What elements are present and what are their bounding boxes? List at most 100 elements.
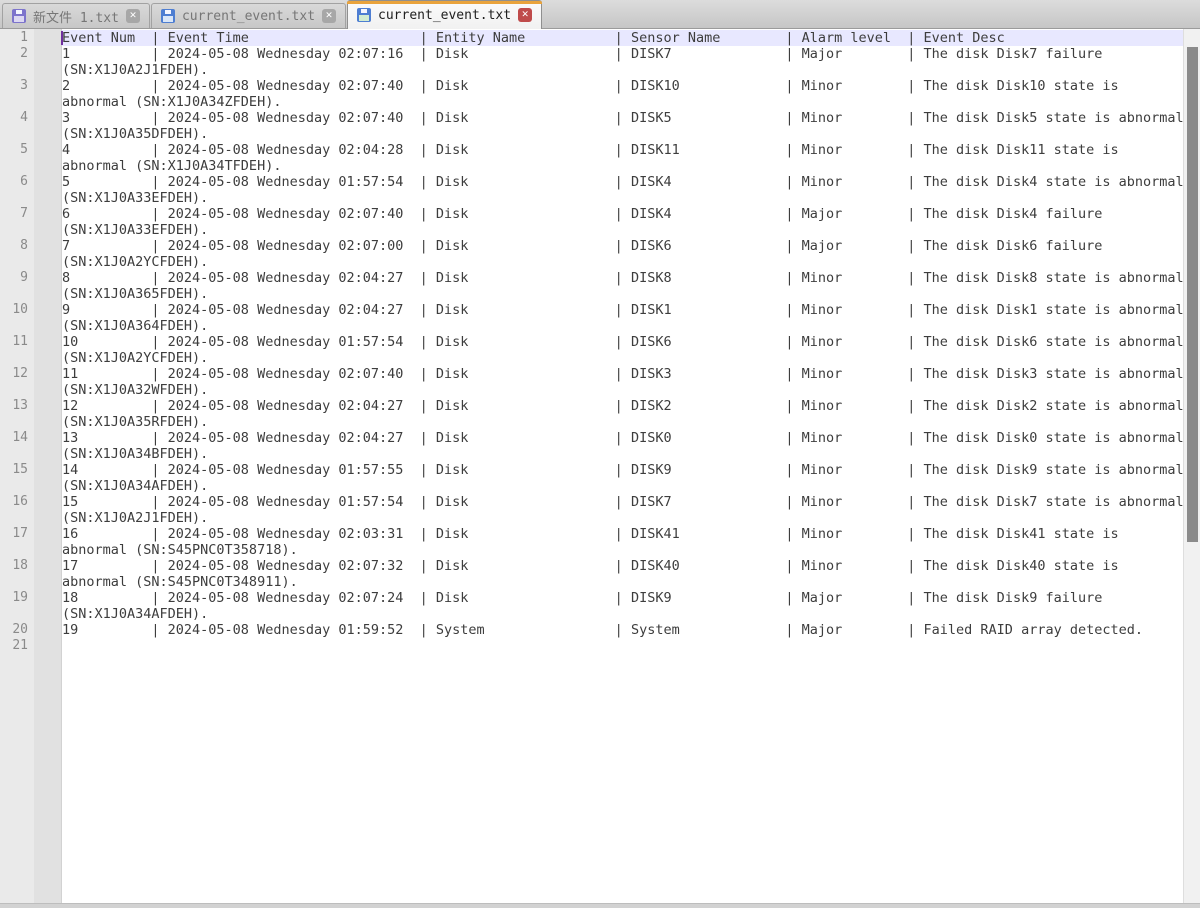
editor-line[interactable]: 1110 | 2024-05-08 Wednesday 01:57:54 | D… [0, 334, 1183, 350]
line-text [62, 638, 1183, 654]
editor-line[interactable]: 32 | 2024-05-08 Wednesday 02:07:40 | Dis… [0, 78, 1183, 94]
bookmark-margin-cell [34, 62, 62, 78]
editor-line[interactable]: (SN:X1J0A35RFDEH). [0, 414, 1183, 430]
line-text: (SN:X1J0A35DFDEH). [62, 126, 1183, 142]
line-text: (SN:X1J0A33EFDEH). [62, 190, 1183, 206]
line-text: (SN:X1J0A32WFDEH). [62, 382, 1183, 398]
line-text: (SN:X1J0A2J1FDEH). [62, 510, 1183, 526]
line-text: 5 | 2024-05-08 Wednesday 01:57:54 | Disk… [62, 174, 1184, 190]
line-text: 17 | 2024-05-08 Wednesday 02:07:32 | Dis… [62, 558, 1183, 574]
line-number [0, 382, 34, 398]
line-text: abnormal (SN:S45PNC0T358718). [62, 542, 1183, 558]
line-text: (SN:X1J0A35RFDEH). [62, 414, 1183, 430]
editor-line[interactable]: (SN:X1J0A34AFDEH). [0, 478, 1183, 494]
line-number: 7 [0, 206, 34, 222]
editor-line[interactable]: (SN:X1J0A2J1FDEH). [0, 510, 1183, 526]
line-text: 12 | 2024-05-08 Wednesday 02:04:27 | Dis… [62, 398, 1184, 414]
bookmark-margin-cell [34, 142, 62, 158]
editor-line[interactable]: 1716 | 2024-05-08 Wednesday 02:03:31 | D… [0, 526, 1183, 542]
vertical-scrollbar[interactable] [1183, 29, 1200, 903]
editor-line[interactable]: (SN:X1J0A365FDEH). [0, 286, 1183, 302]
bookmark-margin-cell [34, 622, 62, 638]
editor-line[interactable]: (SN:X1J0A364FDEH). [0, 318, 1183, 334]
bookmark-margin-cell [34, 606, 62, 622]
line-text: (SN:X1J0A364FDEH). [62, 318, 1183, 334]
bookmark-margin-cell [34, 30, 62, 46]
bookmark-margin-cell [34, 430, 62, 446]
line-text: 2 | 2024-05-08 Wednesday 02:07:40 | Disk… [62, 78, 1183, 94]
tab-label: current_event.txt [378, 8, 511, 23]
editor-line[interactable]: (SN:X1J0A2YCFDEH). [0, 350, 1183, 366]
line-number: 6 [0, 174, 34, 190]
line-text: 1 | 2024-05-08 Wednesday 02:07:16 | Disk… [62, 46, 1183, 62]
editor-line[interactable]: (SN:X1J0A32WFDEH). [0, 382, 1183, 398]
editor-line[interactable]: 2 1 | 2024-05-08 Wednesday 02:07:16 | Dis… [0, 46, 1183, 62]
editor-line[interactable]: (SN:X1J0A2J1FDEH). [0, 62, 1183, 78]
line-text: 19 | 2024-05-08 Wednesday 01:59:52 | Sys… [62, 622, 1183, 638]
line-number [0, 190, 34, 206]
line-text: (SN:X1J0A34BFDEH). [62, 446, 1183, 462]
editor-line[interactable]: 109 | 2024-05-08 Wednesday 02:04:27 | Di… [0, 302, 1183, 318]
editor-line[interactable]: 2019 | 2024-05-08 Wednesday 01:59:52 | S… [0, 622, 1183, 638]
bookmark-margin-cell [34, 94, 62, 110]
bookmark-margin-cell [34, 238, 62, 254]
tab-current-event-1[interactable]: current_event.txt ✕ [151, 3, 346, 28]
tab-current-event-2[interactable]: current_event.txt ✕ [347, 0, 542, 29]
bookmark-margin-cell [34, 510, 62, 526]
bookmark-margin-cell [34, 590, 62, 606]
line-number [0, 126, 34, 142]
editor-line[interactable]: abnormal (SN:X1J0A34TFDEH). [0, 158, 1183, 174]
editor-line[interactable]: (SN:X1J0A33EFDEH). [0, 190, 1183, 206]
editor-line[interactable]: 1918 | 2024-05-08 Wednesday 02:07:24 | D… [0, 590, 1183, 606]
editor-line[interactable]: 87 | 2024-05-08 Wednesday 02:07:00 | Dis… [0, 238, 1183, 254]
scrollbar-thumb[interactable] [1187, 47, 1198, 542]
bookmark-margin-cell [34, 382, 62, 398]
editor-line[interactable]: (SN:X1J0A35DFDEH). [0, 126, 1183, 142]
editor-line[interactable]: (SN:X1J0A2YCFDEH). [0, 254, 1183, 270]
floppy-disk-icon [12, 9, 26, 23]
line-text: 4 | 2024-05-08 Wednesday 02:04:28 | Disk… [62, 142, 1183, 158]
editor-line[interactable]: (SN:X1J0A34BFDEH). [0, 446, 1183, 462]
bookmark-margin-cell [34, 558, 62, 574]
bookmark-margin-cell [34, 526, 62, 542]
editor-line[interactable]: 1Event Num | Event Time | Entity Name | … [0, 30, 1183, 46]
editor-line[interactable]: abnormal (SN:S45PNC0T358718). [0, 542, 1183, 558]
editor-line[interactable]: (SN:X1J0A33EFDEH). [0, 222, 1183, 238]
tab-new-file-1[interactable]: 新文件 1.txt ✕ [2, 3, 150, 28]
editor-line[interactable]: 21 [0, 638, 1183, 654]
editor-line[interactable]: 1615 | 2024-05-08 Wednesday 01:57:54 | D… [0, 494, 1183, 510]
bookmark-margin-cell [34, 222, 62, 238]
editor-line[interactable]: 1312 | 2024-05-08 Wednesday 02:04:27 | D… [0, 398, 1183, 414]
line-text: 13 | 2024-05-08 Wednesday 02:04:27 | Dis… [62, 430, 1184, 446]
editor-line[interactable]: abnormal (SN:X1J0A34ZFDEH). [0, 94, 1183, 110]
editor-line[interactable]: 1413 | 2024-05-08 Wednesday 02:04:27 | D… [0, 430, 1183, 446]
close-icon[interactable]: ✕ [518, 8, 532, 22]
editor-line[interactable]: (SN:X1J0A34AFDEH). [0, 606, 1183, 622]
close-icon[interactable]: ✕ [126, 9, 140, 23]
editor-line[interactable]: 1817 | 2024-05-08 Wednesday 02:07:32 | D… [0, 558, 1183, 574]
text-content[interactable]: 1Event Num | Event Time | Entity Name | … [0, 30, 1183, 654]
line-text: 7 | 2024-05-08 Wednesday 02:07:00 | Disk… [62, 238, 1183, 254]
bookmark-margin-cell [34, 398, 62, 414]
editor-line[interactable]: abnormal (SN:S45PNC0T348911). [0, 574, 1183, 590]
close-icon[interactable]: ✕ [322, 9, 336, 23]
line-text: (SN:X1J0A2YCFDEH). [62, 254, 1183, 270]
tab-label: current_event.txt [182, 9, 315, 24]
editor-line[interactable]: 54 | 2024-05-08 Wednesday 02:04:28 | Dis… [0, 142, 1183, 158]
floppy-disk-icon [161, 9, 175, 23]
notepad-window: 新文件 1.txt ✕ current_event.txt ✕ current_… [0, 0, 1200, 908]
line-number [0, 606, 34, 622]
editor-line[interactable]: 98 | 2024-05-08 Wednesday 02:04:27 | Dis… [0, 270, 1183, 286]
line-number [0, 254, 34, 270]
line-number: 1 [0, 30, 34, 46]
line-number: 16 [0, 494, 34, 510]
editor-line[interactable]: 43 | 2024-05-08 Wednesday 02:07:40 | Dis… [0, 110, 1183, 126]
line-number [0, 222, 34, 238]
editor-area[interactable]: 1Event Num | Event Time | Entity Name | … [0, 29, 1200, 903]
editor-line[interactable]: 1514 | 2024-05-08 Wednesday 01:57:55 | D… [0, 462, 1183, 478]
editor-line[interactable]: 76 | 2024-05-08 Wednesday 02:07:40 | Dis… [0, 206, 1183, 222]
line-number: 2 [0, 46, 34, 62]
editor-line[interactable]: 6 5 | 2024-05-08 Wednesday 01:57:54 | Dis… [0, 174, 1183, 190]
editor-line[interactable]: 1211 | 2024-05-08 Wednesday 02:07:40 | D… [0, 366, 1183, 382]
line-text: abnormal (SN:X1J0A34ZFDEH). [62, 94, 1183, 110]
